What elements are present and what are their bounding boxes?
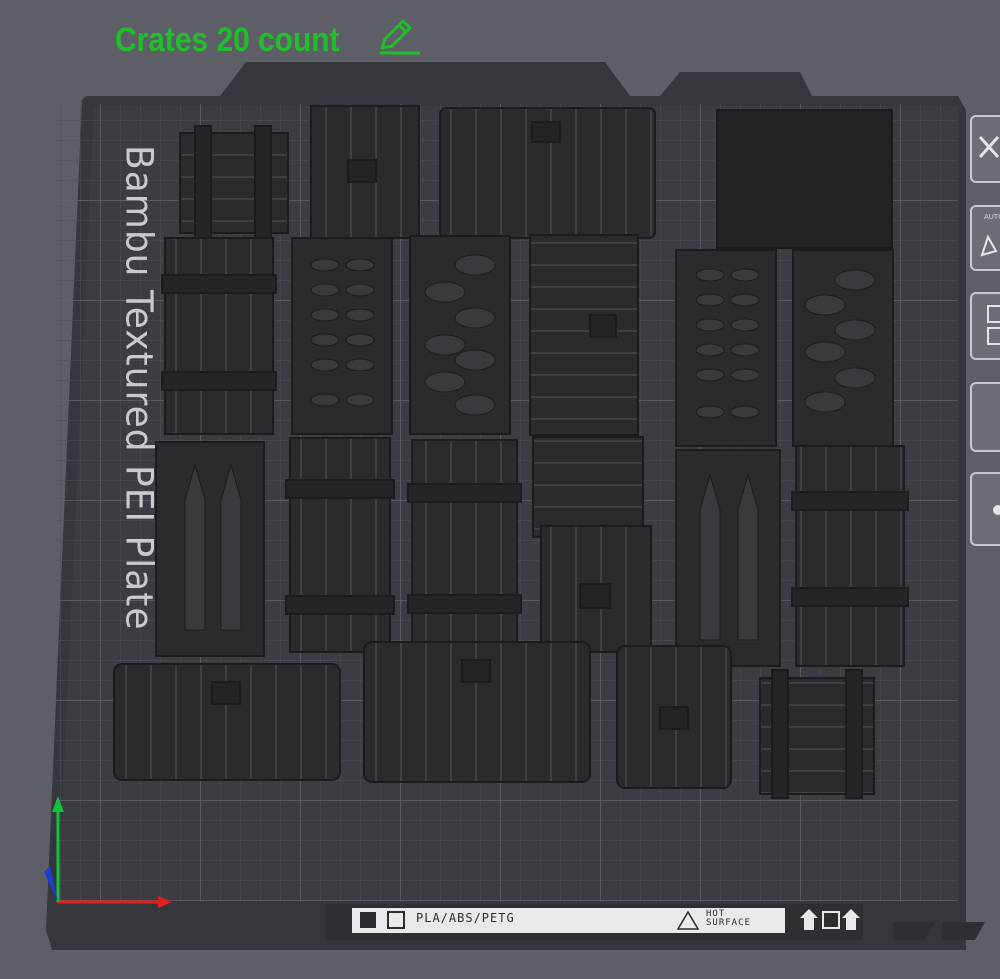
crate-model [164,237,274,435]
hot-surface-label-2: SURFACE [706,918,751,928]
crate-model [532,436,644,538]
crate-model [289,437,391,653]
split-icon[interactable] [970,382,1000,452]
crate-model [529,234,639,436]
crate-model [716,109,893,249]
plate-corner-tab [942,922,985,940]
crate-model [675,249,777,447]
plate-type-label: Bambu Textured PEI Plate [116,145,161,631]
crate-model [675,449,781,667]
crate-model [795,445,905,667]
auto-label: AUTO [984,213,1000,221]
plate-material-label: PLA/ABS/PETG [416,911,515,925]
more-icon[interactable] [970,472,1000,546]
close-icon[interactable] [970,115,1000,183]
bambu-logo-icon [360,912,376,928]
arrange-icon[interactable] [970,292,1000,360]
crate-model [291,237,393,435]
crate-model [155,441,265,657]
